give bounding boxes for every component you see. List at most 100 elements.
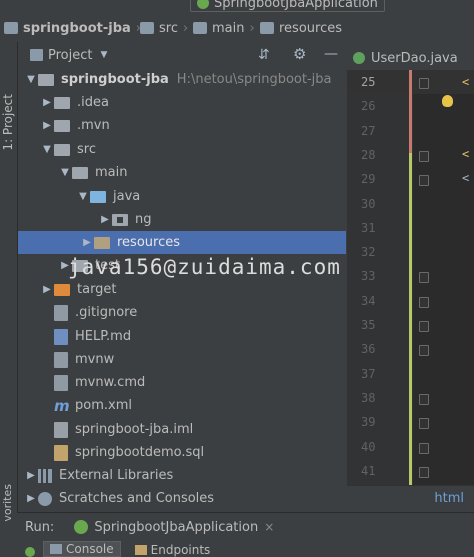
run-tab-springbootjbaapplication[interactable]: SpringbootJbaApplication [74, 520, 258, 535]
collapsed-arrow-icon[interactable]: ▶ [24, 493, 38, 504]
minimize-icon[interactable]: — [324, 46, 338, 62]
line-number: 41 [361, 463, 376, 478]
breadcrumb-main[interactable]: main › [193, 18, 255, 38]
run-subtabs: Console Endpoints [17, 540, 474, 557]
line-number: 27 [361, 123, 376, 138]
project-tool-button[interactable]: 1: Project [1, 94, 15, 151]
folder-icon [54, 119, 70, 132]
tree-item-label: resources [117, 235, 181, 250]
fold-marker-icon[interactable] [419, 296, 429, 308]
fold-marker-icon[interactable] [419, 442, 429, 454]
collapsed-arrow-icon[interactable]: ▶ [80, 237, 94, 248]
triangle-down-icon[interactable]: ▼ [100, 50, 107, 60]
tree-item-iml[interactable]: springboot-jba.iml [18, 418, 382, 441]
line-number: 26 [361, 99, 376, 114]
chevron-right-icon: › [182, 20, 189, 36]
run-configuration-selector[interactable]: SpringbootJbaApplication [190, 0, 385, 12]
tree-item-external-libraries[interactable]: ▶ External Libraries [18, 464, 352, 487]
fold-marker-icon[interactable] [419, 321, 429, 332]
lightbulb-icon[interactable] [442, 95, 453, 107]
breadcrumb-project[interactable]: springboot-jba › [4, 18, 141, 38]
fold-marker-icon[interactable] [419, 175, 429, 187]
expanded-arrow-icon[interactable]: ▼ [40, 144, 54, 155]
project-tree[interactable]: ▼ springboot-jba H:\netou\springboot-jba… [18, 68, 346, 512]
tree-item-test[interactable]: ▶ test [18, 254, 386, 277]
folder-icon [54, 96, 70, 109]
rerun-icon[interactable] [25, 547, 35, 557]
fold-marker-icon[interactable] [419, 272, 429, 284]
tree-item-scratches[interactable]: ▶ Scratches and Consoles [18, 487, 352, 510]
collapsed-arrow-icon[interactable]: ▶ [40, 97, 54, 108]
favorites-tool-button[interactable]: vorites [1, 484, 14, 522]
collapsed-arrow-icon[interactable]: ▶ [40, 120, 54, 131]
console-icon [50, 544, 62, 554]
tree-item-label: src [77, 142, 96, 157]
tree-item-main[interactable]: ▼ main [18, 161, 386, 184]
collapsed-arrow-icon[interactable]: ▶ [40, 284, 54, 295]
collapsed-arrow-icon[interactable]: ▶ [58, 260, 72, 271]
expanded-arrow-icon[interactable]: ▼ [58, 167, 72, 178]
tree-item-label: .mvn [77, 118, 110, 133]
spring-boot-icon [197, 0, 209, 9]
gear-icon[interactable]: ⚙ [293, 45, 306, 63]
tree-item-mvn[interactable]: ▶ .mvn [18, 114, 368, 137]
code-fragment[interactable]: < [462, 75, 469, 89]
breadcrumb-src[interactable]: src › [140, 18, 188, 38]
collapsed-arrow-icon[interactable]: ▶ [98, 214, 112, 225]
line-number: 32 [361, 245, 376, 260]
spring-boot-icon [74, 520, 89, 534]
tab-endpoints[interactable]: Endpoints [129, 543, 217, 557]
line-number: 36 [361, 342, 376, 357]
tree-item-resources[interactable]: ▶ resources [18, 231, 346, 254]
code-fragment[interactable]: < [462, 171, 469, 185]
expanded-arrow-icon[interactable]: ▼ [76, 191, 90, 202]
sql-file-icon [54, 444, 68, 461]
collapse-icon[interactable]: ⇵ [258, 47, 270, 63]
run-label: Run: [25, 519, 55, 535]
editor-area[interactable]: UserDao.java 25 26 27 28 29 30 31 32 33 34 35 36 37 3… [347, 42, 474, 513]
tree-item-label: main [95, 165, 128, 180]
run-configuration-label: SpringbootJbaApplication [214, 0, 378, 11]
editor-breadcrumb-html[interactable]: html [434, 491, 464, 506]
tree-item-label: mvnw.cmd [75, 375, 146, 390]
tree-item-project-root[interactable]: ▼ springboot-jba H:\netou\springboot-jba [18, 68, 352, 91]
run-tab-label: SpringbootJbaApplication [94, 519, 259, 535]
fold-marker-icon[interactable] [419, 345, 429, 357]
expanded-arrow-icon[interactable]: ▼ [24, 74, 38, 85]
tab-console[interactable]: Console [43, 541, 121, 557]
fold-marker-icon[interactable] [419, 393, 429, 405]
file-icon [54, 374, 68, 391]
tree-item-idea[interactable]: ▶ .idea [18, 91, 368, 114]
tree-item-help-md[interactable]: HELP.md [18, 325, 382, 348]
tree-item-pom-xml[interactable]: m pom.xml [18, 394, 382, 417]
tree-item-mvnw-cmd[interactable]: mvnw.cmd [18, 371, 382, 394]
fold-marker-icon[interactable] [419, 418, 429, 430]
line-number: 34 [361, 293, 376, 308]
change-marker-modified [409, 70, 412, 153]
breadcrumb-resources[interactable]: resources [260, 18, 342, 38]
line-number: 40 [361, 439, 376, 454]
code-fragment[interactable]: < [462, 147, 469, 161]
tab-label: UserDao.java [371, 50, 458, 66]
tree-item-sql[interactable]: springbootdemo.sql [18, 441, 382, 464]
tree-item-mvnw[interactable]: mvnw [18, 348, 382, 371]
tree-item-label: HELP.md [75, 329, 132, 344]
collapsed-arrow-icon[interactable]: ▶ [24, 470, 38, 481]
tree-item-target[interactable]: ▶ target [18, 278, 368, 301]
project-panel-title[interactable]: Project [48, 48, 92, 63]
file-icon [54, 304, 68, 321]
tree-item-label: ng [135, 212, 152, 227]
fold-marker-icon[interactable] [419, 78, 429, 89]
line-number: 39 [361, 415, 376, 430]
fold-marker-icon[interactable] [419, 466, 429, 478]
fold-marker-icon[interactable] [419, 150, 429, 162]
tree-item-src[interactable]: ▼ src [18, 138, 368, 161]
tab-userdao-java[interactable]: UserDao.java [353, 47, 458, 69]
tree-item-gitignore[interactable]: .gitignore [18, 301, 382, 324]
tree-item-path: H:\netou\springboot-jba [176, 72, 332, 87]
line-number: 30 [361, 196, 376, 211]
breadcrumb-label: src [159, 20, 178, 36]
close-icon[interactable]: × [264, 520, 274, 534]
iml-file-icon [54, 421, 68, 438]
folder-icon [193, 22, 207, 34]
